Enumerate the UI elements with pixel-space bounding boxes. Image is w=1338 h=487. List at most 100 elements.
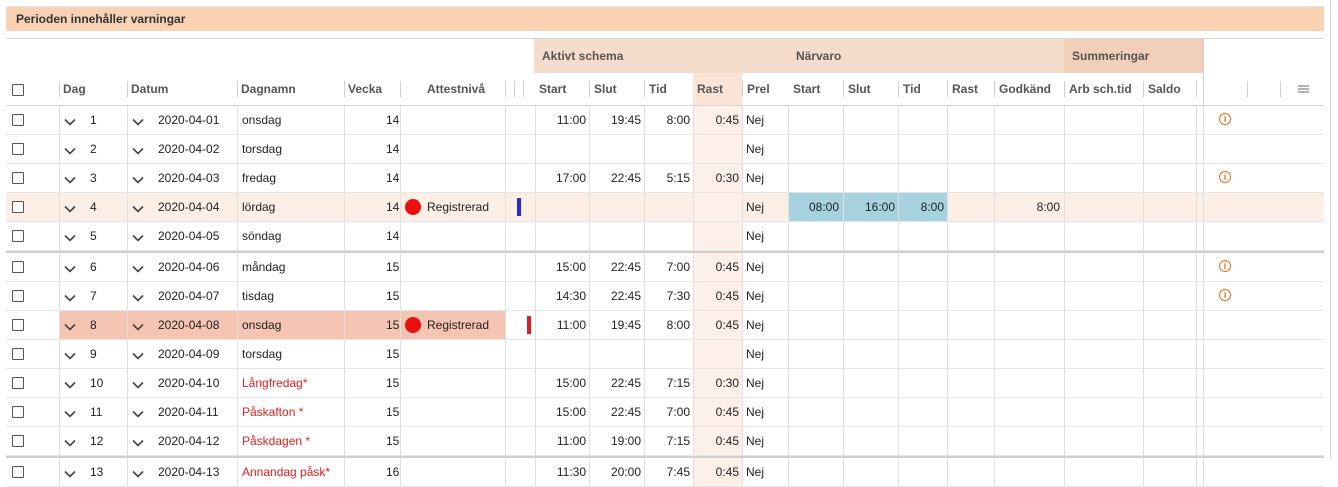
table-row[interactable]: 1 2020-04-01 onsdag 14 11:00 19:45 8:00 0:45 Nej… bbox=[6, 106, 1324, 135]
header-saldo[interactable]: Saldo bbox=[1144, 73, 1181, 106]
row-checkbox[interactable] bbox=[12, 143, 24, 155]
row-checkbox[interactable] bbox=[12, 466, 24, 478]
cell-border bbox=[237, 398, 238, 426]
chevron-down-icon[interactable] bbox=[132, 202, 144, 213]
chevron-down-icon[interactable] bbox=[64, 407, 76, 418]
chevron-down-icon[interactable] bbox=[132, 407, 144, 418]
header-start[interactable]: Start bbox=[535, 73, 567, 106]
chevron-down-icon[interactable] bbox=[64, 378, 76, 389]
chevron-down-icon[interactable] bbox=[64, 320, 76, 331]
header-prel[interactable]: Prel bbox=[743, 73, 770, 106]
cell-slut: 22:45 bbox=[610, 171, 641, 185]
header-dag[interactable]: Dag bbox=[59, 73, 86, 106]
cell-rast: 0:30 bbox=[715, 171, 739, 185]
cell-rast: 0:45 bbox=[715, 465, 739, 479]
table-row[interactable]: 13 2020-04-13 Annandag påsk* 16 11:30 20:00 7:… bbox=[6, 456, 1324, 487]
cell-narvaro-start bbox=[788, 427, 839, 455]
header-dagnamn[interactable]: Dagnamn bbox=[237, 73, 296, 106]
header-narvaro-tid[interactable]: Tid bbox=[899, 73, 921, 106]
row-checkbox[interactable] bbox=[12, 319, 24, 331]
cell-narvaro-start bbox=[788, 164, 839, 192]
info-icon[interactable]: i bbox=[1219, 113, 1231, 125]
cell-border bbox=[400, 398, 401, 426]
chevron-down-icon[interactable] bbox=[64, 467, 76, 478]
header-arbschtid[interactable]: Arb sch.tid bbox=[1065, 73, 1132, 106]
cell-border bbox=[742, 311, 743, 339]
cell-border bbox=[400, 458, 401, 486]
chevron-down-icon[interactable] bbox=[132, 115, 144, 126]
header-godkand[interactable]: Godkänd bbox=[995, 73, 1052, 106]
cell-border bbox=[505, 398, 506, 426]
chevron-down-icon[interactable] bbox=[64, 436, 76, 447]
select-all-checkbox[interactable] bbox=[12, 84, 24, 96]
table-row[interactable]: 3 2020-04-03 fredag 14 17:00 22:45 5:15 0:30 Nej… bbox=[6, 164, 1324, 193]
table-row[interactable]: 11 2020-04-11 Påskafton * 15 15:00 22:45 7:00 0… bbox=[6, 398, 1324, 427]
table-row[interactable]: 6 2020-04-06 måndag 15 15:00 22:45 7:00 0:45 Nej… bbox=[6, 251, 1324, 282]
row-checkbox[interactable] bbox=[12, 201, 24, 213]
header-label: Datum bbox=[131, 82, 169, 96]
row-checkbox[interactable] bbox=[12, 114, 24, 126]
cell-border bbox=[59, 398, 60, 426]
scrollbar-track[interactable] bbox=[1330, 0, 1331, 459]
cell-narvaro-slut bbox=[843, 106, 895, 134]
table-row[interactable]: 12 2020-04-12 Påskdagen * 15 11:00 19:00 7:15 0… bbox=[6, 427, 1324, 456]
header-narvaro-start[interactable]: Start bbox=[789, 73, 821, 106]
chevron-down-icon[interactable] bbox=[132, 349, 144, 360]
chevron-down-icon[interactable] bbox=[132, 467, 144, 478]
chevron-down-icon[interactable] bbox=[132, 320, 144, 331]
header-narvaro-slut[interactable]: Slut bbox=[844, 73, 871, 106]
row-checkbox[interactable] bbox=[12, 172, 24, 184]
row-checkbox[interactable] bbox=[12, 435, 24, 447]
chevron-down-icon[interactable] bbox=[64, 349, 76, 360]
header-datum[interactable]: Datum bbox=[127, 73, 169, 106]
row-checkbox[interactable] bbox=[12, 261, 24, 273]
chevron-down-icon[interactable] bbox=[132, 231, 144, 242]
chevron-down-icon[interactable] bbox=[64, 115, 76, 126]
table-row[interactable]: 10 2020-04-10 Långfredag* 15 15:00 22:45 7:15 0… bbox=[6, 369, 1324, 398]
cell-dagnamn: fredag bbox=[242, 171, 277, 185]
header-tid[interactable]: Tid bbox=[645, 73, 667, 106]
chevron-down-icon[interactable] bbox=[64, 262, 76, 273]
chevron-down-icon[interactable] bbox=[64, 202, 76, 213]
chevron-down-icon[interactable] bbox=[64, 231, 76, 242]
column-menu-icon[interactable] bbox=[1298, 85, 1309, 93]
chevron-down-icon[interactable] bbox=[64, 144, 76, 155]
header-rast[interactable]: Rast bbox=[693, 73, 742, 106]
info-icon[interactable]: i bbox=[1219, 260, 1231, 272]
header-separator bbox=[400, 81, 401, 97]
chevron-down-icon[interactable] bbox=[132, 378, 144, 389]
table-row[interactable]: 5 2020-04-05 söndag 14 Nej bbox=[6, 222, 1324, 251]
cell-narvaro-tid bbox=[898, 369, 944, 397]
cell-border bbox=[127, 427, 128, 455]
row-checkbox[interactable] bbox=[12, 348, 24, 360]
row-checkbox[interactable] bbox=[12, 290, 24, 302]
cell-border bbox=[59, 427, 60, 455]
cell-rast: 0:45 bbox=[715, 405, 739, 419]
chevron-down-icon[interactable] bbox=[132, 436, 144, 447]
header-attestniva[interactable]: Attestnivå bbox=[423, 73, 486, 106]
chevron-down-icon[interactable] bbox=[64, 173, 76, 184]
info-icon[interactable]: i bbox=[1219, 289, 1231, 301]
cell-border bbox=[1196, 164, 1197, 192]
chevron-down-icon[interactable] bbox=[132, 144, 144, 155]
chevron-down-icon[interactable] bbox=[132, 173, 144, 184]
row-checkbox[interactable] bbox=[12, 406, 24, 418]
row-checkbox[interactable] bbox=[12, 230, 24, 242]
chevron-down-icon[interactable] bbox=[64, 291, 76, 302]
header-vecka[interactable]: Vecka bbox=[344, 73, 383, 106]
table-row[interactable]: 7 2020-04-07 tisdag 15 14:30 22:45 7:30 0:45 Nej… bbox=[6, 282, 1324, 311]
table-row[interactable]: 9 2020-04-09 torsdag 15 Nej bbox=[6, 340, 1324, 369]
cell-border bbox=[742, 193, 743, 221]
row-checkbox[interactable] bbox=[12, 377, 24, 389]
cell-datum: 2020-04-09 bbox=[158, 347, 220, 361]
table-row[interactable]: 2 2020-04-02 torsdag 14 Nej bbox=[6, 135, 1324, 164]
cell-border bbox=[742, 427, 743, 455]
header-narvaro-rast[interactable]: Rast bbox=[948, 73, 979, 106]
attest-label: Registrerad bbox=[427, 318, 490, 332]
chevron-down-icon[interactable] bbox=[132, 262, 144, 273]
chevron-down-icon[interactable] bbox=[132, 291, 144, 302]
table-row[interactable]: 4 2020-04-04 lördag 14 Registrerad Nej 08:00 16… bbox=[6, 193, 1324, 222]
table-row[interactable]: 8 2020-04-08 onsdag 15 Registrerad 11:00 19:45… bbox=[6, 311, 1324, 340]
info-icon[interactable]: i bbox=[1219, 171, 1231, 183]
header-slut[interactable]: Slut bbox=[590, 73, 617, 106]
